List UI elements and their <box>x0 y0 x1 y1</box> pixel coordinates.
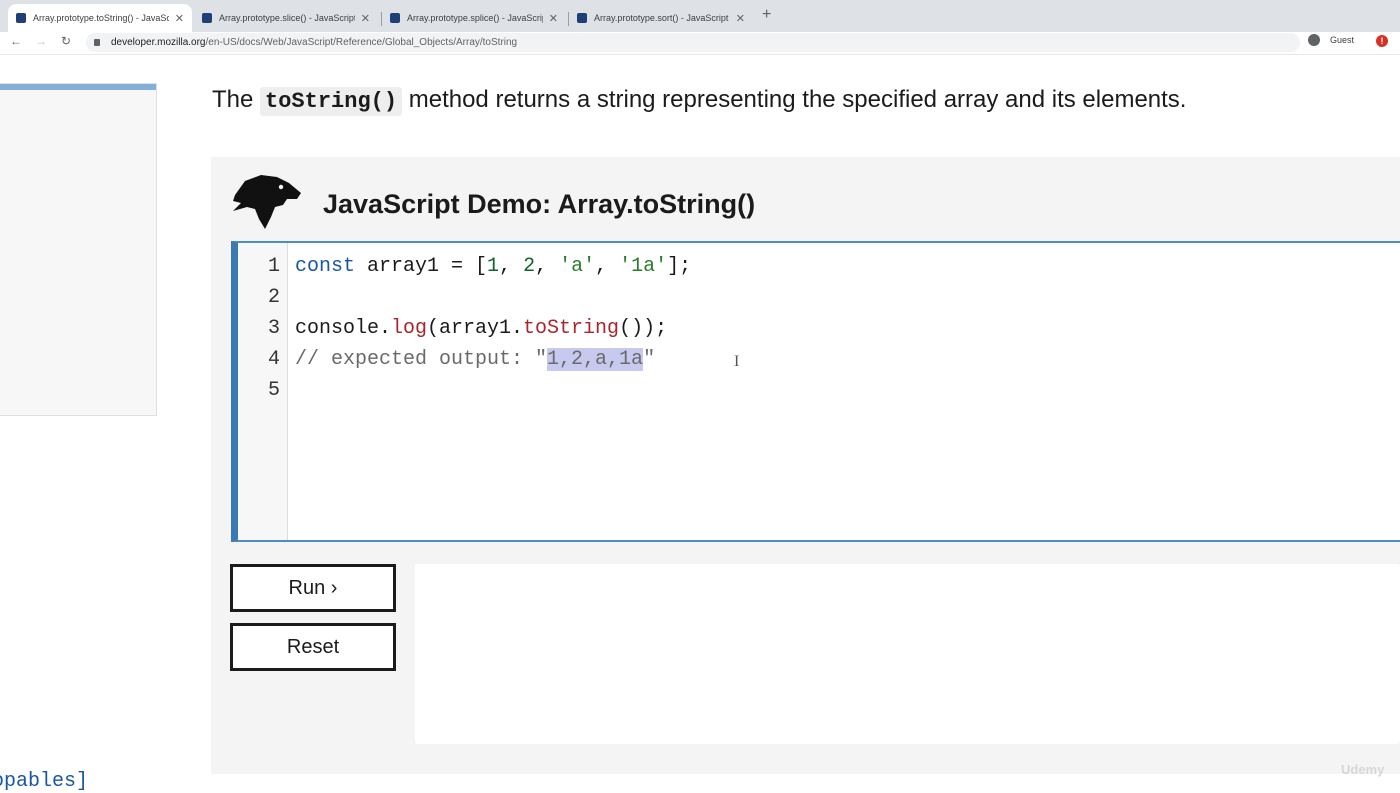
guest-avatar-icon <box>1308 34 1320 46</box>
intro-code: toString() <box>260 87 403 116</box>
line-number: 1 <box>267 255 280 278</box>
code-token: , <box>499 255 524 278</box>
line-number: 5 <box>267 379 280 402</box>
intro-paragraph: The toString() method returns a string r… <box>212 86 1187 116</box>
code-token: 2 <box>523 255 536 278</box>
code-token: 1 <box>487 255 500 278</box>
code-line-1: const array1 = [1, 2, 'a', '1a']; <box>295 255 691 278</box>
code-token: log <box>391 317 428 340</box>
code-token: toString <box>523 317 620 340</box>
new-tab-icon[interactable]: + <box>762 6 771 24</box>
intro-text-after: method returns a string representing the… <box>402 86 1187 113</box>
browser-tab-slice[interactable]: Array.prototype.slice() - JavaScript | M… <box>194 4 378 32</box>
demo-title: JavaScript Demo: Array.toString() <box>323 189 756 219</box>
reset-button[interactable]: Reset <box>230 623 396 671</box>
sidebar-panel <box>0 83 157 416</box>
page-code-fragment: opables] <box>0 770 89 793</box>
code-token: console. <box>295 317 392 340</box>
close-tab-icon[interactable]: ✕ <box>361 12 370 25</box>
line-number: 4 <box>267 348 280 371</box>
browser-tab-tostring[interactable]: Array.prototype.toString() - JavaScript … <box>8 4 192 32</box>
code-editor[interactable]: 1 2 3 4 5 const array1 = [1, 2, 'a', '1a… <box>231 241 1400 542</box>
profile-button[interactable]: Guest <box>1308 34 1354 46</box>
sidebar-accent-bar <box>0 84 156 90</box>
code-token: array1 = [ <box>355 255 488 278</box>
close-tab-icon[interactable]: ✕ <box>175 12 184 25</box>
browser-tab-splice[interactable]: Array.prototype.splice() - JavaScript | … <box>382 4 566 32</box>
close-tab-icon[interactable]: ✕ <box>549 12 558 25</box>
text-cursor-icon: I <box>734 353 740 370</box>
browser-tab-sort[interactable]: Array.prototype.sort() - JavaScript | MD… <box>569 4 753 32</box>
update-menu-icon[interactable]: ! <box>1376 35 1388 47</box>
code-token: ]; <box>667 255 692 278</box>
code-token: // expected output: " <box>295 348 548 371</box>
line-number: 3 <box>267 317 280 340</box>
browser-toolbar: ← → ↻ developer.mozilla.org /en-US/docs/… <box>0 32 1400 55</box>
code-token: 'a' <box>559 255 596 278</box>
browser-tab-bar: Array.prototype.toString() - JavaScript … <box>0 0 1400 32</box>
code-token: '1a' <box>619 255 668 278</box>
mdn-dino-logo-icon <box>233 175 301 229</box>
code-token: , <box>595 255 620 278</box>
code-token: ()); <box>619 317 668 340</box>
tab-label: Array.prototype.sort() - JavaScript | MD… <box>594 13 730 23</box>
mdn-favicon-icon <box>390 13 400 23</box>
code-token: const <box>295 255 356 278</box>
profile-label: Guest <box>1330 35 1355 45</box>
line-number-gutter: 1 2 3 4 5 <box>238 243 288 540</box>
address-bar[interactable]: developer.mozilla.org /en-US/docs/Web/Ja… <box>86 33 1300 52</box>
interactive-demo: JavaScript Demo: Array.toString() 1 2 3 … <box>211 157 1400 774</box>
run-button[interactable]: Run › <box>230 564 396 612</box>
tab-label: Array.prototype.splice() - JavaScript | … <box>407 13 543 23</box>
code-token: (array1. <box>427 317 524 340</box>
code-line-3: console.log(array1.toString()); <box>295 317 667 340</box>
forward-arrow-icon[interactable]: → <box>35 34 47 48</box>
url-path: /en-US/docs/Web/JavaScript/Reference/Glo… <box>205 37 518 48</box>
mdn-favicon-icon <box>16 13 26 23</box>
code-token: , <box>535 255 560 278</box>
lock-icon <box>94 39 100 46</box>
console-output-panel <box>415 564 1400 744</box>
url-domain: developer.mozilla.org <box>111 37 206 48</box>
watermark-logo: Udemy <box>1341 762 1385 777</box>
mdn-favicon-icon <box>202 13 212 23</box>
close-tab-icon[interactable]: ✕ <box>736 12 745 25</box>
tab-label: Array.prototype.toString() - JavaScript … <box>33 13 169 23</box>
code-token: " <box>643 348 656 371</box>
tab-label: Array.prototype.slice() - JavaScript | M… <box>219 13 355 23</box>
intro-text-before: The <box>212 86 261 113</box>
back-arrow-icon[interactable]: ← <box>10 34 22 48</box>
code-line-4: // expected output: "1,2,a,1a" <box>295 348 655 371</box>
mdn-favicon-icon <box>577 13 587 23</box>
reload-icon[interactable]: ↻ <box>61 34 71 48</box>
selected-text: 1,2,a,1a <box>547 348 644 371</box>
line-number: 2 <box>267 286 280 309</box>
